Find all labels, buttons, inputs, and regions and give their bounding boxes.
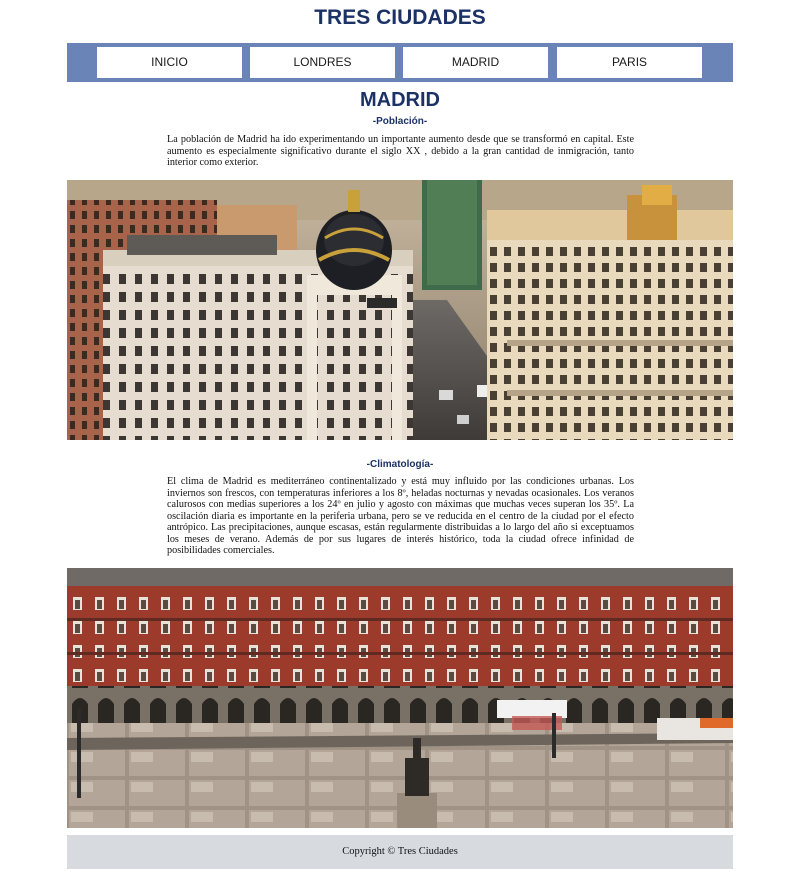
section-heading-poblacion: -Población-: [372, 116, 428, 127]
nav-bar: INICIO LONDRES MADRID PARIS: [67, 43, 733, 82]
nav-item-londres[interactable]: LONDRES: [250, 47, 395, 78]
site-title: TRES CIUDADES: [314, 6, 486, 29]
nav-item-paris[interactable]: PARIS: [557, 47, 702, 78]
madrid-gran-via-photo: [67, 180, 733, 440]
page-heading: MADRID: [360, 89, 440, 111]
footer: Copyright © Tres Ciudades: [67, 835, 733, 869]
paragraph-climatologia: El clima de Madrid es mediterráneo conti…: [167, 476, 634, 556]
nav-item-madrid[interactable]: MADRID: [403, 47, 548, 78]
paragraph-poblacion: La población de Madrid ha ido experiment…: [167, 134, 634, 168]
footer-copyright: Copyright © Tres Ciudades: [342, 846, 458, 857]
section-heading-climatologia: -Climatología-: [366, 459, 434, 470]
plaza-mayor-photo: [67, 568, 733, 828]
nav-item-inicio[interactable]: INICIO: [97, 47, 242, 78]
